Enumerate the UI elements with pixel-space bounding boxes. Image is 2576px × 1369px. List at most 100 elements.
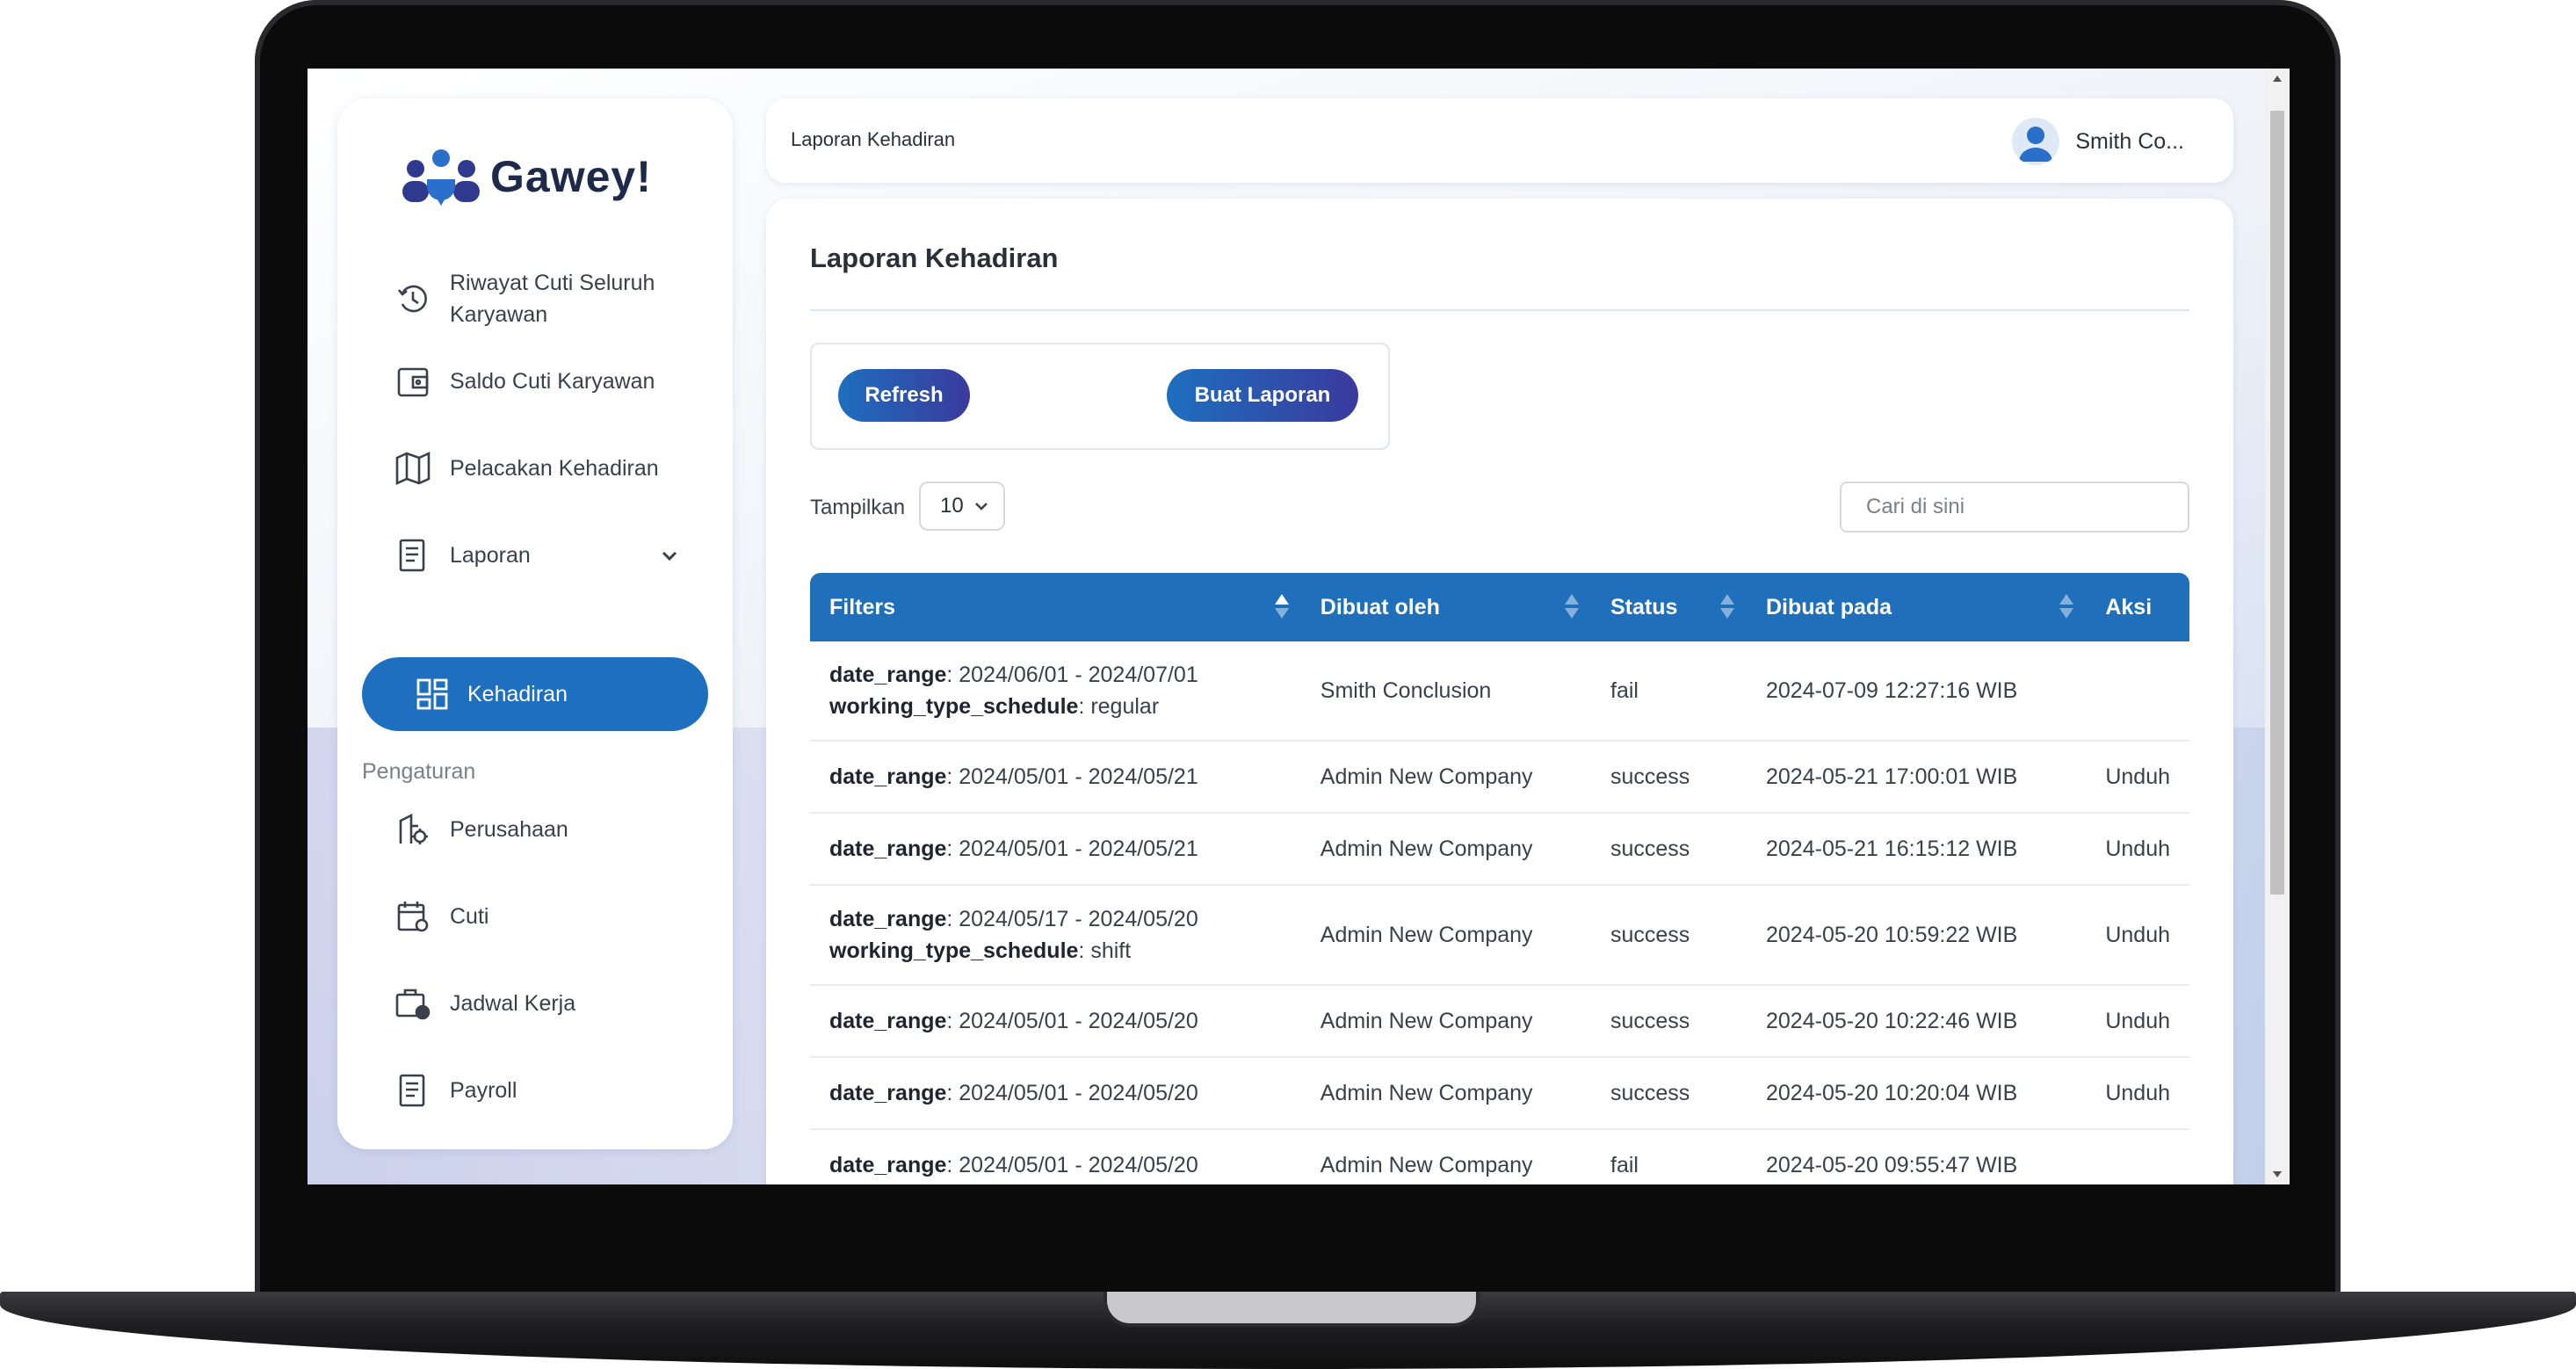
download-link[interactable]: Unduh xyxy=(2086,985,2189,1058)
created-at-cell: 2024-05-20 10:20:04 WIB xyxy=(1747,1057,2087,1130)
user-name: Smith Co... xyxy=(2075,128,2184,154)
table-header-row: Filters Dibuat oleh Status Dibuat pada A… xyxy=(810,573,2189,641)
logo-people-icon xyxy=(402,149,480,206)
created-by-cell: Admin New Company xyxy=(1300,741,1591,814)
calendar-settings-icon xyxy=(394,897,432,936)
document-icon xyxy=(394,1071,432,1110)
created-at-cell: 2024-05-21 17:00:01 WIB xyxy=(1747,741,2087,814)
action-cell xyxy=(2086,1129,2189,1184)
status-cell: fail xyxy=(1591,641,1747,742)
sidebar-item-pelacakan[interactable]: Pelacakan Kehadiran xyxy=(362,449,708,488)
sidebar-item-cuti[interactable]: Cuti xyxy=(362,897,708,936)
document-icon xyxy=(394,536,432,575)
status-cell: fail xyxy=(1591,1129,1747,1184)
sidebar-item-label: Kehadiran xyxy=(467,681,568,706)
sidebar-item-label: Jadwal Kerja xyxy=(450,990,576,1016)
filters-cell: date_range: 2024/05/01 - 2024/05/20 xyxy=(810,1129,1301,1184)
laptop-notch xyxy=(1103,1292,1480,1327)
top-bar: Laporan Kehadiran Smith Co... xyxy=(766,98,2233,183)
screen: Gawey! Riwayat Cuti Seluruh Karyawan Sal… xyxy=(308,69,2290,1184)
sort-icon xyxy=(2059,594,2074,619)
action-panel: Refresh Buat Laporan xyxy=(810,343,1390,450)
reports-table: Filters Dibuat oleh Status Dibuat pada A… xyxy=(810,573,2189,1184)
download-link[interactable]: Unduh xyxy=(2086,885,2189,986)
dashboard-icon xyxy=(413,675,452,713)
divider xyxy=(810,309,2189,311)
wallet-icon xyxy=(394,362,432,401)
page-scrollbar[interactable] xyxy=(2265,69,2290,1184)
download-link[interactable]: Unduh xyxy=(2086,741,2189,814)
sidebar-item-label: Saldo Cuti Karyawan xyxy=(450,368,655,394)
sidebar-item-saldo-cuti[interactable]: Saldo Cuti Karyawan xyxy=(362,362,708,401)
search-input[interactable] xyxy=(1840,482,2189,532)
sidebar-item-label: Riwayat Cuti Seluruh Karyawan xyxy=(450,271,655,327)
created-by-cell: Admin New Company xyxy=(1300,985,1591,1058)
chevron-down-icon[interactable] xyxy=(661,543,678,569)
column-header-status[interactable]: Status xyxy=(1591,573,1747,641)
table-row: date_range: 2024/05/01 - 2024/05/21 Admi… xyxy=(810,741,2189,814)
scroll-up-icon[interactable] xyxy=(2273,76,2282,82)
column-header-filters[interactable]: Filters xyxy=(810,573,1301,641)
column-header-created-by[interactable]: Dibuat oleh xyxy=(1301,573,1591,641)
sidebar-item-label: Laporan xyxy=(450,542,531,568)
page-size-label: Tampilkan xyxy=(810,496,906,519)
column-header-created-at[interactable]: Dibuat pada xyxy=(1747,573,2086,641)
briefcase-clock-icon xyxy=(394,984,432,1023)
action-cell xyxy=(2086,641,2189,742)
created-by-cell: Admin New Company xyxy=(1300,885,1591,986)
created-at-cell: 2024-05-20 10:59:22 WIB xyxy=(1747,885,2087,986)
sidebar-item-laporan[interactable]: Laporan xyxy=(362,536,708,575)
table-row: date_range: 2024/06/01 - 2024/07/01 worki… xyxy=(810,641,2189,742)
section-label-pengaturan: Pengaturan xyxy=(362,759,476,784)
create-report-button[interactable]: Buat Laporan xyxy=(1167,369,1358,422)
download-link[interactable]: Unduh xyxy=(2086,813,2189,886)
created-at-cell: 2024-05-21 16:15:12 WIB xyxy=(1747,813,2087,886)
page-size-value: 10 xyxy=(940,494,964,518)
page-size-select[interactable]: 10 xyxy=(919,482,1005,531)
page-title: Laporan Kehadiran xyxy=(810,243,1059,273)
sidebar-item-jadwal-kerja[interactable]: Jadwal Kerja xyxy=(362,984,708,1023)
table-row: date_range: 2024/05/01 - 2024/05/20 Admi… xyxy=(810,1129,2189,1184)
created-by-cell: Admin New Company xyxy=(1300,1057,1591,1130)
sidebar-item-label: Pelacakan Kehadiran xyxy=(450,455,659,481)
status-cell: success xyxy=(1591,813,1747,886)
company-settings-icon xyxy=(394,810,432,849)
sidebar-item-label: Perusahaan xyxy=(450,816,568,842)
refresh-button[interactable]: Refresh xyxy=(838,369,970,422)
created-at-cell: 2024-05-20 09:55:47 WIB xyxy=(1747,1129,2087,1184)
status-cell: success xyxy=(1591,985,1747,1058)
avatar xyxy=(2012,118,2060,165)
created-by-cell: Admin New Company xyxy=(1300,813,1591,886)
scroll-down-icon[interactable] xyxy=(2273,1171,2282,1177)
filters-cell: date_range: 2024/05/01 - 2024/05/21 xyxy=(810,741,1301,814)
brand-logo[interactable]: Gawey! xyxy=(401,148,652,206)
main-content: Laporan Kehadiran Refresh Buat Laporan T… xyxy=(766,199,2233,1184)
history-icon xyxy=(394,279,432,318)
map-icon xyxy=(394,449,432,488)
table-row: date_range: 2024/05/01 - 2024/05/21 Admi… xyxy=(810,813,2189,886)
created-at-cell: 2024-05-20 10:22:46 WIB xyxy=(1747,985,2087,1058)
sidebar-item-kehadiran[interactable]: Kehadiran xyxy=(362,657,708,731)
filters-cell: date_range: 2024/05/01 - 2024/05/20 xyxy=(810,985,1301,1058)
scroll-thumb[interactable] xyxy=(2270,111,2284,895)
table-row: date_range: 2024/05/01 - 2024/05/20 Admi… xyxy=(810,1057,2189,1130)
sort-icon xyxy=(1274,594,1289,619)
status-cell: success xyxy=(1591,741,1747,814)
sort-icon xyxy=(1565,594,1579,619)
created-by-cell: Admin New Company xyxy=(1300,1129,1591,1184)
column-header-action: Aksi xyxy=(2105,594,2153,619)
sidebar: Gawey! Riwayat Cuti Seluruh Karyawan Sal… xyxy=(337,98,733,1149)
breadcrumb: Laporan Kehadiran xyxy=(791,128,956,150)
filters-cell: date_range: 2024/05/01 - 2024/05/20 xyxy=(810,1057,1301,1130)
download-link[interactable]: Unduh xyxy=(2086,1057,2189,1130)
table-row: date_range: 2024/05/01 - 2024/05/20 Admi… xyxy=(810,985,2189,1058)
sidebar-item-riwayat-cuti[interactable]: Riwayat Cuti Seluruh Karyawan xyxy=(362,267,708,330)
created-at-cell: 2024-07-09 12:27:16 WIB xyxy=(1747,641,2087,742)
sidebar-item-label: Payroll xyxy=(450,1077,517,1103)
filters-cell: date_range: 2024/06/01 - 2024/07/01 worki… xyxy=(810,641,1301,742)
created-by-cell: Smith Conclusion xyxy=(1300,641,1591,742)
chevron-down-icon xyxy=(974,503,988,511)
sidebar-item-payroll[interactable]: Payroll xyxy=(362,1071,708,1110)
sidebar-item-perusahaan[interactable]: Perusahaan xyxy=(362,810,708,849)
user-menu[interactable]: Smith Co... xyxy=(2012,118,2184,165)
